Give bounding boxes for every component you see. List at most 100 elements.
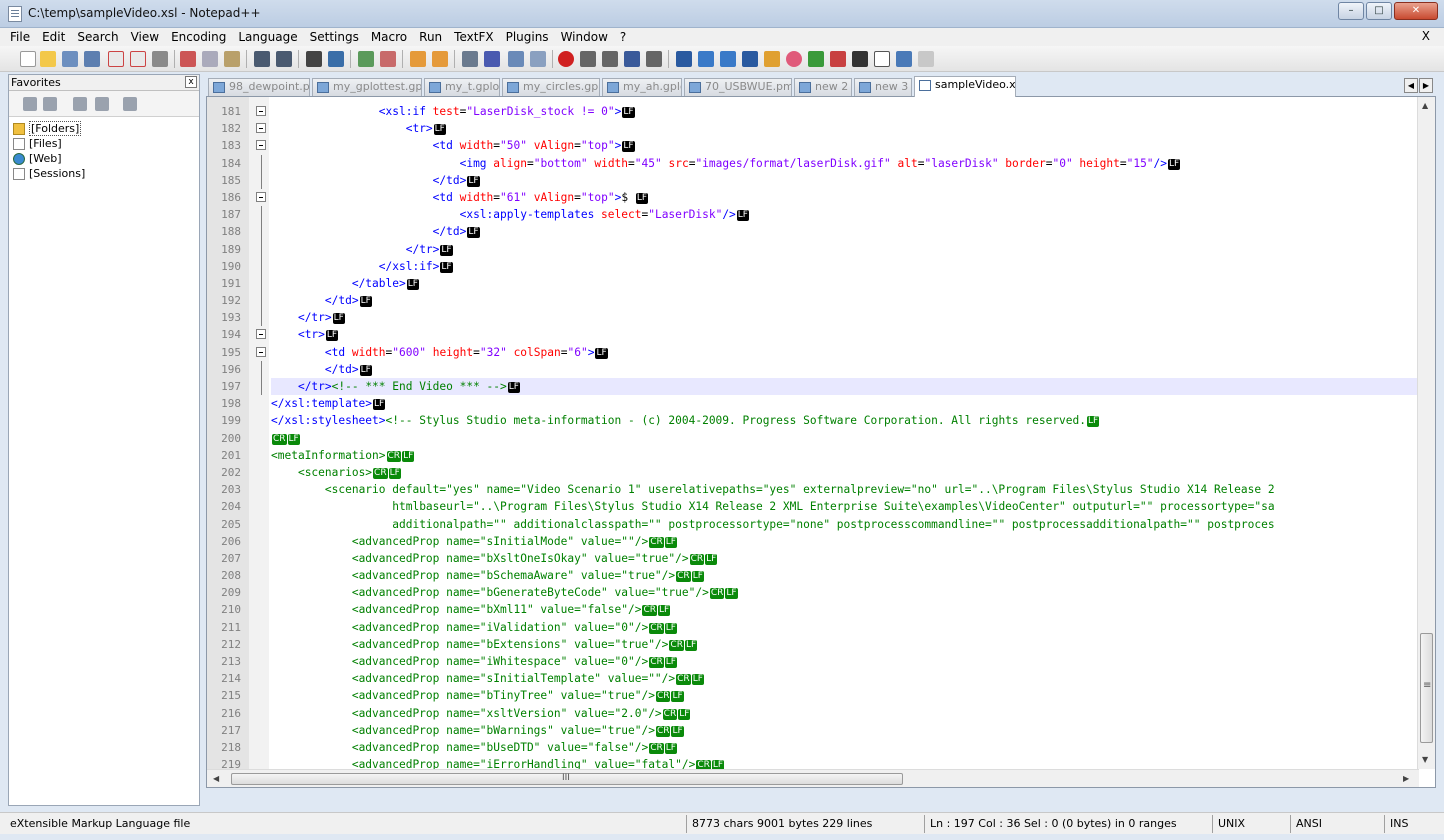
scroll-up-arrow[interactable]: ▲ bbox=[1422, 101, 1428, 110]
code-text[interactable]: additionalpath="" additionalclasspath=""… bbox=[271, 516, 1417, 533]
paste-icon[interactable] bbox=[224, 51, 240, 67]
code-text[interactable]: <advancedProp name="bXsltOneIsOkay" valu… bbox=[271, 550, 1417, 567]
word-wrap-icon[interactable] bbox=[462, 51, 478, 67]
fold-toggle-icon[interactable] bbox=[256, 106, 266, 116]
code-line[interactable]: 192 </td> LF bbox=[207, 292, 1417, 310]
tab-70-usbwue[interactable]: 70_USBWUE.pm bbox=[684, 78, 792, 96]
code-text[interactable]: <xsl:if test="LaserDisk_stock != 0"> LF bbox=[271, 103, 1417, 120]
favorites-item-files[interactable]: [Files] bbox=[13, 136, 199, 151]
menu-encoding[interactable]: Encoding bbox=[171, 30, 226, 44]
code-text[interactable]: </tr> LF bbox=[271, 309, 1417, 326]
vertical-scrollbar[interactable]: ▲ ≡ ▼ bbox=[1417, 97, 1435, 769]
stop-macro-icon[interactable] bbox=[580, 51, 596, 67]
save-macro-icon[interactable] bbox=[646, 51, 662, 67]
code-text[interactable]: <advancedProp name="bUseDTD" value="fals… bbox=[271, 739, 1417, 756]
code-line[interactable]: 189 </tr> LF bbox=[207, 240, 1417, 258]
tool-icon[interactable] bbox=[830, 51, 846, 67]
minimize-button[interactable]: – bbox=[1338, 2, 1364, 20]
menu-run[interactable]: Run bbox=[419, 30, 442, 44]
code-text[interactable]: <scenarios> CR LF bbox=[271, 464, 1417, 481]
menu-search[interactable]: Search bbox=[77, 30, 118, 44]
code-text[interactable]: <xsl:apply-templates select="LaserDisk"/… bbox=[271, 206, 1417, 223]
tab-scroll-right-button[interactable]: ▶ bbox=[1419, 78, 1433, 93]
code-text[interactable]: </td> LF bbox=[271, 361, 1417, 378]
code-line[interactable]: 181 <xsl:if test="LaserDisk_stock != 0">… bbox=[207, 103, 1417, 120]
code-line[interactable]: 185 </td> LF bbox=[207, 171, 1417, 189]
link-add-icon[interactable] bbox=[43, 97, 57, 111]
code-line[interactable]: 205 additionalpath="" additionalclasspat… bbox=[207, 516, 1417, 533]
code-line[interactable]: 218 <advancedProp name="bUseDTD" value="… bbox=[207, 739, 1417, 756]
bookmark-icon[interactable] bbox=[764, 51, 780, 67]
code-line[interactable]: 201 <metaInformation> CR LF bbox=[207, 447, 1417, 464]
code-text[interactable]: <advancedProp name="bExtensions" value="… bbox=[271, 636, 1417, 653]
code-line[interactable]: 208 <advancedProp name="bSchemaAware" va… bbox=[207, 567, 1417, 584]
compare-icon[interactable] bbox=[676, 51, 692, 67]
fold-toggle-icon[interactable] bbox=[256, 191, 266, 202]
find-icon[interactable] bbox=[306, 51, 322, 67]
fold-toggle-icon[interactable] bbox=[256, 346, 266, 357]
tab-sample-video[interactable]: sampleVideo.xsl bbox=[914, 76, 1016, 97]
close-button[interactable]: ✕ bbox=[1394, 2, 1438, 20]
favorites-item-web[interactable]: [Web] bbox=[13, 151, 199, 166]
code-line[interactable]: 210 <advancedProp name="bXml11" value="f… bbox=[207, 601, 1417, 618]
clipboard-icon[interactable] bbox=[918, 51, 934, 67]
previous-icon[interactable] bbox=[698, 51, 714, 67]
code-text[interactable]: <advancedProp name="xsltVersion" value="… bbox=[271, 705, 1417, 722]
tab-my-circles[interactable]: my_circles.gplot bbox=[502, 78, 600, 96]
code-line[interactable]: 195 <td width="600" height="32" colSpan=… bbox=[207, 344, 1417, 361]
code-text[interactable]: </xsl:if> LF bbox=[271, 258, 1417, 275]
code-text[interactable]: <td width="50" vAlign="top"> LF bbox=[271, 137, 1417, 154]
tab-new-3[interactable]: new 3 bbox=[854, 78, 912, 96]
code-text[interactable]: <advancedProp name="bSchemaAware" value=… bbox=[271, 567, 1417, 584]
copy-icon[interactable] bbox=[202, 51, 218, 67]
menu-window[interactable]: Window bbox=[561, 30, 608, 44]
record-macro-icon[interactable] bbox=[558, 51, 574, 67]
sync-vertical-icon[interactable] bbox=[410, 51, 426, 67]
code-line[interactable]: 194 <tr> LF bbox=[207, 326, 1417, 343]
code-text[interactable]: <advancedProp name="bWarnings" value="tr… bbox=[271, 722, 1417, 739]
group-icon[interactable] bbox=[73, 97, 87, 111]
zoom-in-icon[interactable] bbox=[358, 51, 374, 67]
favorites-close-button[interactable]: x bbox=[185, 76, 197, 88]
code-line[interactable]: 188 </td> LF bbox=[207, 223, 1417, 241]
code-line[interactable]: 187 <xsl:apply-templates select="LaserDi… bbox=[207, 206, 1417, 224]
scroll-right-arrow[interactable]: ▶ bbox=[1403, 774, 1409, 783]
h-icon[interactable] bbox=[852, 51, 868, 67]
code-line[interactable]: 184 <img align="bottom" width="45" src="… bbox=[207, 154, 1417, 172]
print-icon[interactable] bbox=[152, 51, 168, 67]
code-text[interactable]: <advancedProp name="bTinyTree" value="tr… bbox=[271, 687, 1417, 704]
tab-98-dewpoint[interactable]: 98_dewpoint.pm bbox=[208, 78, 310, 96]
vertical-scroll-thumb[interactable]: ≡ bbox=[1420, 633, 1433, 743]
code-text[interactable]: <advancedProp name="sInitialMode" value=… bbox=[271, 533, 1417, 550]
heart-icon[interactable] bbox=[786, 51, 802, 67]
code-line[interactable]: 206 <advancedProp name="sInitialMode" va… bbox=[207, 533, 1417, 550]
code-text[interactable]: <advancedProp name="iValidation" value="… bbox=[271, 619, 1417, 636]
code-text[interactable]: </tr><!-- *** End Video *** --> LF bbox=[271, 378, 1417, 396]
code-text[interactable]: </td> LF bbox=[271, 223, 1417, 240]
code-line[interactable]: 216 <advancedProp name="xsltVersion" val… bbox=[207, 705, 1417, 722]
save-all-icon[interactable] bbox=[84, 51, 100, 67]
undo-icon[interactable] bbox=[254, 51, 270, 67]
redo-icon[interactable] bbox=[276, 51, 292, 67]
menu-textfx[interactable]: TextFX bbox=[454, 30, 493, 44]
code-line[interactable]: 209 <advancedProp name="bGenerateByteCod… bbox=[207, 584, 1417, 601]
code-text[interactable]: <tr> LF bbox=[271, 326, 1417, 343]
code-text[interactable]: CR LF bbox=[271, 430, 1417, 447]
menu-macro[interactable]: Macro bbox=[371, 30, 407, 44]
open-file-icon[interactable] bbox=[40, 51, 56, 67]
horizontal-scroll-thumb[interactable]: III bbox=[231, 773, 903, 785]
favorites-item-folders[interactable]: [Folders] bbox=[13, 121, 199, 136]
cut-icon[interactable] bbox=[180, 51, 196, 67]
close-file-icon[interactable] bbox=[108, 51, 124, 67]
code-text[interactable]: </xsl:template> LF bbox=[271, 395, 1417, 412]
fold-toggle-icon[interactable] bbox=[256, 123, 266, 134]
menu-help[interactable]: ? bbox=[620, 30, 626, 44]
code-text[interactable]: </td> LF bbox=[271, 172, 1417, 189]
code-editor[interactable]: 181 <xsl:if test="LaserDisk_stock != 0">… bbox=[206, 96, 1436, 788]
scroll-left-arrow[interactable]: ◀ bbox=[213, 774, 219, 783]
new-file-icon[interactable] bbox=[20, 51, 36, 67]
code-line[interactable]: 211 <advancedProp name="iValidation" val… bbox=[207, 619, 1417, 636]
settings-icon[interactable] bbox=[123, 97, 137, 111]
code-line[interactable]: 197 </tr><!-- *** End Video *** --> LF bbox=[207, 378, 1417, 396]
menu-plugins[interactable]: Plugins bbox=[506, 30, 549, 44]
